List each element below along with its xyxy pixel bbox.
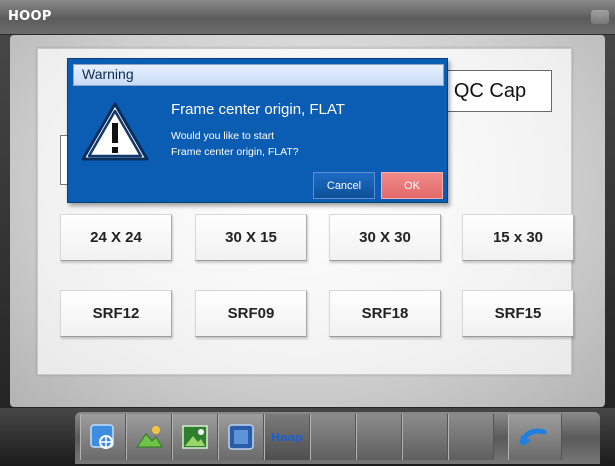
- frame-move-button[interactable]: [80, 414, 126, 460]
- warning-triangle-icon: [81, 102, 149, 161]
- hoop-button-srf15[interactable]: SRF15: [462, 290, 574, 337]
- hidden-tab[interactable]: [60, 135, 67, 185]
- warning-dialog: Warning Frame center origin, FLAT Would …: [67, 58, 448, 203]
- screen-frame-icon: [228, 424, 254, 450]
- hoop-button-30x15[interactable]: 30 X 15: [195, 214, 307, 261]
- hoop-button-srf09[interactable]: SRF09: [195, 290, 307, 337]
- screen-frame-button[interactable]: [218, 414, 264, 460]
- image-icon: [182, 425, 208, 449]
- hoop-button-30x30[interactable]: 30 X 30: [329, 214, 441, 261]
- dialog-title-bar: Warning: [73, 64, 444, 86]
- hoop-button-srf12[interactable]: SRF12: [60, 290, 172, 337]
- hoop-button-24x24[interactable]: 24 X 24: [60, 214, 172, 261]
- image-button[interactable]: [172, 414, 218, 460]
- dialog-message-line2: Frame center origin, FLAT?: [171, 146, 299, 158]
- ok-button[interactable]: OK: [381, 172, 443, 199]
- toolbar-empty-slot-4: [448, 414, 494, 460]
- back-arrow-icon: [519, 428, 547, 446]
- design-landscape-icon: [136, 426, 163, 448]
- hoop-button-15x30[interactable]: 15 x 30: [462, 214, 574, 261]
- toolbar-empty-slot-3: [402, 414, 448, 460]
- frame-move-icon: [90, 424, 114, 449]
- dialog-heading: Frame center origin, FLAT: [171, 101, 345, 118]
- window-title: HOOP: [8, 9, 52, 24]
- dialog-title: Warning: [82, 66, 134, 82]
- design-button[interactable]: [126, 414, 172, 460]
- bottom-toolbar: Hoop: [0, 408, 615, 466]
- hoop-button[interactable]: Hoop: [264, 414, 310, 460]
- hoop-button-srf18[interactable]: SRF18: [329, 290, 441, 337]
- title-bar: HOOP: [0, 0, 615, 35]
- dialog-message-line1: Would you like to start: [171, 130, 275, 142]
- title-bar-cap: [591, 10, 609, 24]
- toolbar-empty-slot-2: [356, 414, 402, 460]
- toolbar-empty-slot-1: [310, 414, 356, 460]
- cancel-button[interactable]: Cancel: [313, 172, 375, 199]
- back-button[interactable]: [508, 414, 562, 460]
